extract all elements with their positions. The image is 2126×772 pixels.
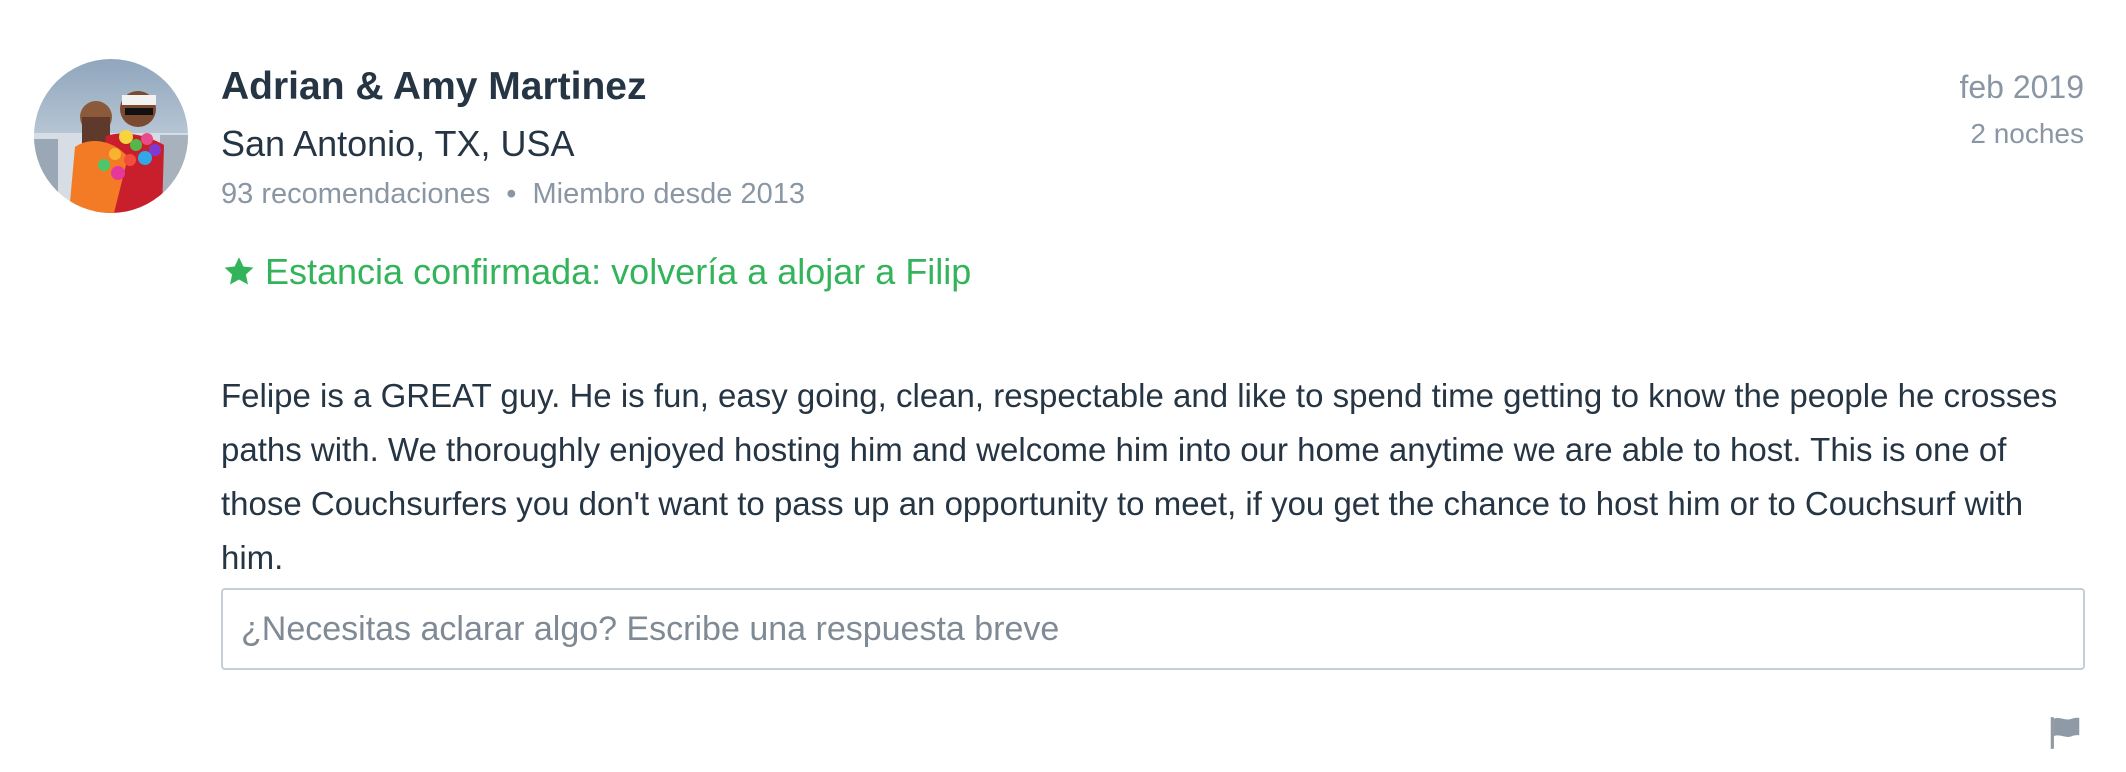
meta-separator: • [506,178,517,210]
flag-icon [2050,717,2080,749]
review-card: Adrian & Amy Martinez San Antonio, TX, U… [0,0,2126,772]
review-text: Felipe is a GREAT guy. He is fun, easy g… [221,377,2058,576]
confirmed-stay-status: Estancia confirmada: volvería a alojar a… [221,248,971,296]
profile-photo [34,59,188,213]
recommendations-count: 93 recomendaciones [221,178,491,210]
reviewer-meta: 93 recomendaciones • Miembro desde 2013 [221,175,805,213]
report-flag-button[interactable] [2046,714,2084,752]
member-since: Miembro desde 2013 [532,178,805,210]
star-icon [221,254,257,290]
reviewer-avatar[interactable] [34,59,188,213]
confirmed-stay-text: Estancia confirmada: volvería a alojar a… [265,251,972,292]
stay-nights: 2 noches [1970,118,2084,149]
reply-input[interactable] [221,588,2085,670]
stay-date: feb 2019 [1959,69,2084,105]
reviewer-name[interactable]: Adrian & Amy Martinez [221,62,646,112]
reviewer-location: San Antonio, TX, USA [221,123,575,164]
